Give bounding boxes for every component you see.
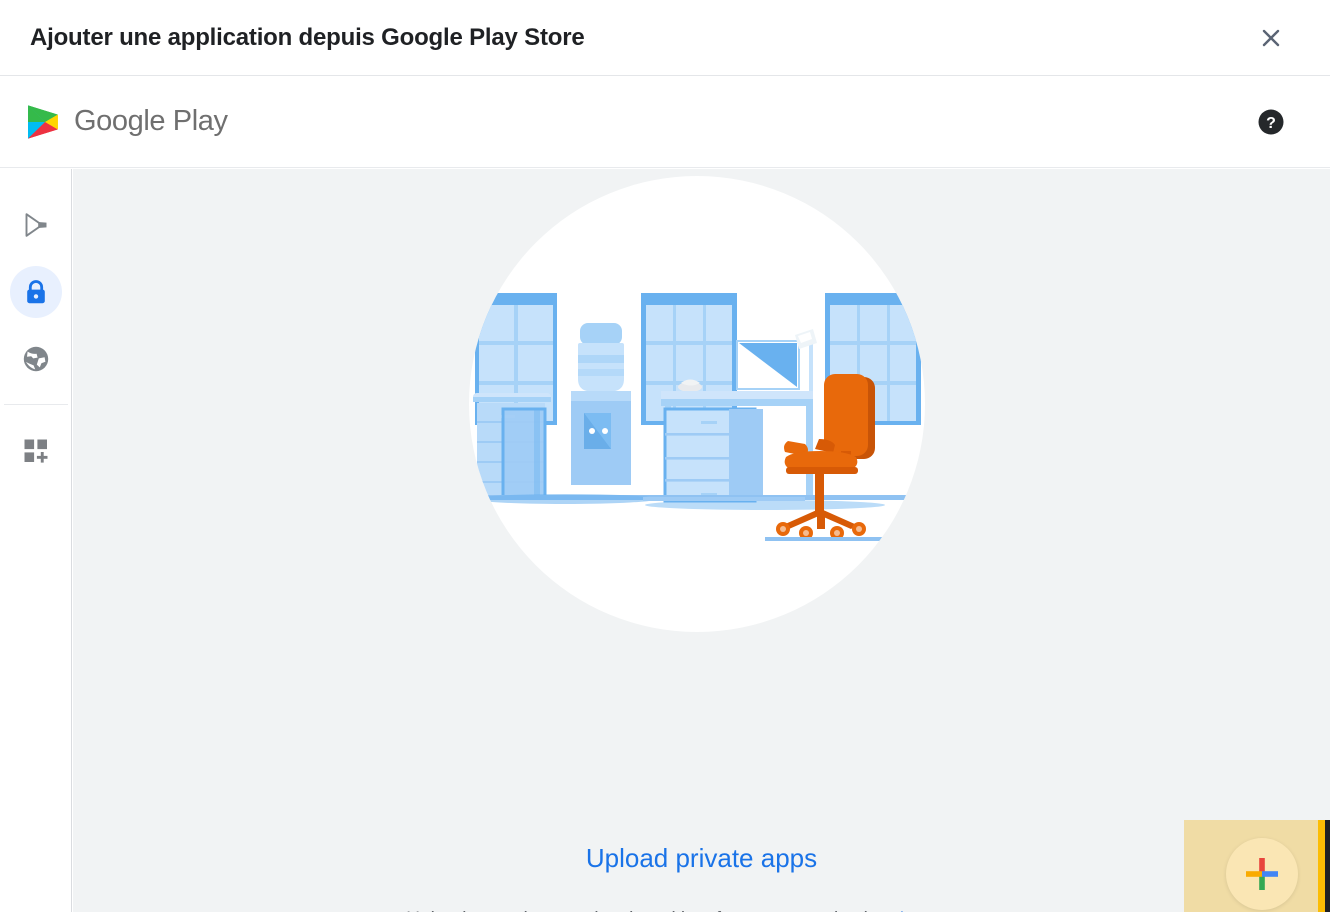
google-play-logo-icon: [26, 104, 60, 140]
plus-icon: [1239, 851, 1285, 897]
fab-accent-stripe: [1318, 820, 1325, 912]
sidebar-item-play-store[interactable]: [0, 191, 72, 258]
fab-panel-edge: [1325, 820, 1330, 912]
play-store-triangle-icon: [21, 210, 51, 240]
google-play-header: Google Play ?: [0, 76, 1330, 168]
illustration-container: [73, 169, 1330, 659]
close-icon: [1259, 26, 1283, 50]
sidebar-item-private-apps[interactable]: [0, 258, 72, 325]
fab-panel: [1184, 820, 1330, 912]
grid-plus-icon: [21, 436, 51, 466]
left-rail: [0, 169, 72, 912]
svg-text:?: ?: [1266, 115, 1276, 132]
google-play-picker-modal: Ajouter une application depuis Google Pl…: [0, 0, 1330, 912]
lock-icon: [21, 277, 51, 307]
globe-icon: [21, 344, 51, 374]
modal-titlebar: Ajouter une application depuis Google Pl…: [0, 0, 1330, 76]
help-button[interactable]: ?: [1258, 109, 1284, 135]
modal-title: Ajouter une application depuis Google Pl…: [30, 23, 585, 51]
google-play-wordmark: Google Play: [74, 105, 228, 137]
rail-divider: [4, 404, 68, 405]
sidebar-item-organize-apps[interactable]: [0, 417, 72, 484]
close-button[interactable]: [1256, 23, 1286, 53]
add-private-app-fab[interactable]: [1226, 838, 1298, 910]
content-area: Upload private apps Upload apps that are…: [73, 169, 1330, 912]
empty-state-title: Upload private apps: [585, 843, 818, 873]
help-circle-icon: ?: [1258, 109, 1284, 139]
sidebar-item-web-apps[interactable]: [0, 325, 72, 392]
empty-office-illustration: [468, 169, 935, 639]
google-play-brand[interactable]: Google Play: [26, 104, 228, 140]
